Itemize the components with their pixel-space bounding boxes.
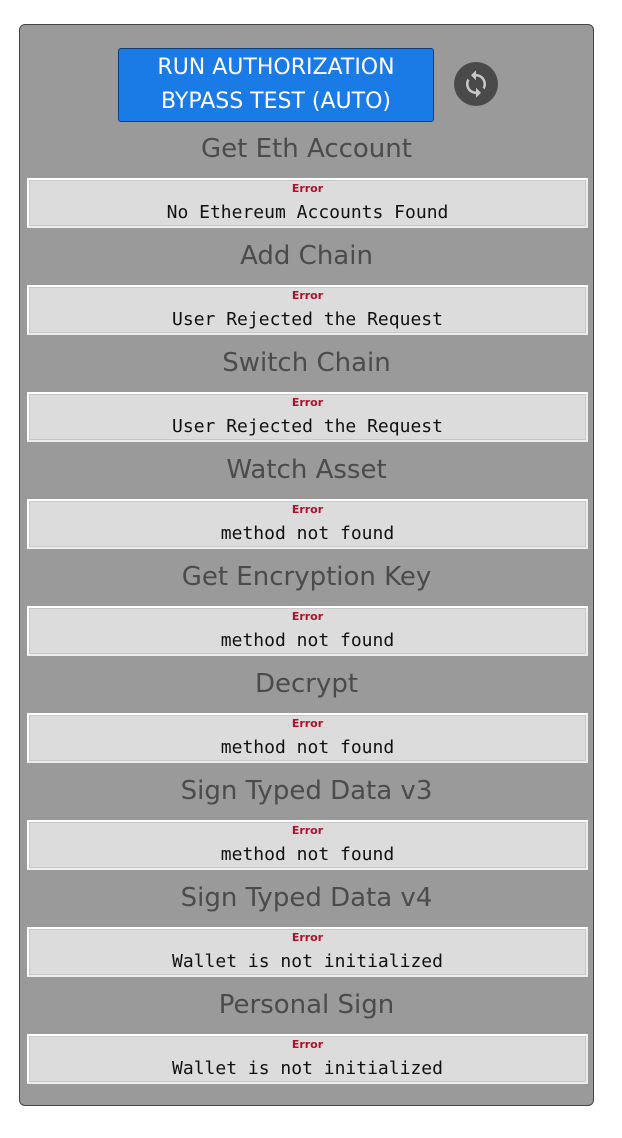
status-label: Error	[291, 717, 324, 730]
result-box: Error Wallet is not initialized	[27, 1034, 588, 1084]
test-title: Get Eth Account	[201, 134, 412, 164]
test-item-sign-typed-data-v3: Sign Typed Data v3 Error method not foun…	[20, 771, 593, 878]
test-title: Get Encryption Key	[181, 562, 432, 592]
status-label: Error	[291, 1038, 324, 1051]
test-item-decrypt: Decrypt Error method not found	[20, 664, 593, 771]
test-title: Switch Chain	[222, 348, 391, 378]
result-box: Error User Rejected the Request	[27, 285, 588, 335]
result-box: Error User Rejected the Request	[27, 392, 588, 442]
test-panel: RUN AUTHORIZATION BYPASS TEST (AUTO) Get…	[19, 24, 594, 1106]
refresh-button[interactable]	[454, 62, 498, 106]
result-box: Error method not found	[27, 713, 588, 763]
status-label: Error	[291, 824, 324, 837]
result-box: Error No Ethereum Accounts Found	[27, 178, 588, 228]
test-item-watch-asset: Watch Asset Error method not found	[20, 450, 593, 557]
result-message: User Rejected the Request	[172, 309, 443, 330]
result-message: method not found	[220, 523, 395, 544]
test-title: Decrypt	[254, 669, 359, 699]
refresh-icon	[466, 70, 486, 98]
result-box: Error method not found	[27, 820, 588, 870]
result-message: Wallet is not initialized	[172, 951, 443, 972]
test-title: Personal Sign	[218, 990, 395, 1020]
status-label: Error	[291, 396, 324, 409]
result-message: Wallet is not initialized	[172, 1058, 443, 1079]
result-message: No Ethereum Accounts Found	[166, 202, 449, 223]
run-authorization-bypass-test-button[interactable]: RUN AUTHORIZATION BYPASS TEST (AUTO)	[118, 48, 434, 122]
status-label: Error	[291, 503, 324, 516]
result-message: method not found	[220, 844, 395, 865]
status-label: Error	[291, 931, 324, 944]
status-label: Error	[291, 182, 324, 195]
test-title: Sign Typed Data v3	[180, 776, 433, 806]
test-item-sign-typed-data-v4: Sign Typed Data v4 Error Wallet is not i…	[20, 878, 593, 985]
test-title: Add Chain	[240, 241, 373, 271]
test-title: Sign Typed Data v4	[180, 883, 433, 913]
test-title: Watch Asset	[226, 455, 387, 485]
status-label: Error	[291, 289, 324, 302]
run-button-label: RUN AUTHORIZATION BYPASS TEST (AUTO)	[157, 55, 395, 114]
result-message: User Rejected the Request	[172, 416, 443, 437]
test-item-add-chain: Add Chain Error User Rejected the Reques…	[20, 236, 593, 343]
test-item-get-encryption-key: Get Encryption Key Error method not foun…	[20, 557, 593, 664]
test-item-personal-sign: Personal Sign Error Wallet is not initia…	[20, 985, 593, 1092]
status-label: Error	[291, 610, 324, 623]
test-item-get-eth-account: Get Eth Account Error No Ethereum Accoun…	[20, 129, 593, 236]
test-list: Get Eth Account Error No Ethereum Accoun…	[20, 129, 593, 1092]
result-box: Error method not found	[27, 606, 588, 656]
result-message: method not found	[220, 737, 395, 758]
result-box: Error Wallet is not initialized	[27, 927, 588, 977]
result-box: Error method not found	[27, 499, 588, 549]
result-message: method not found	[220, 630, 395, 651]
test-item-switch-chain: Switch Chain Error User Rejected the Req…	[20, 343, 593, 450]
